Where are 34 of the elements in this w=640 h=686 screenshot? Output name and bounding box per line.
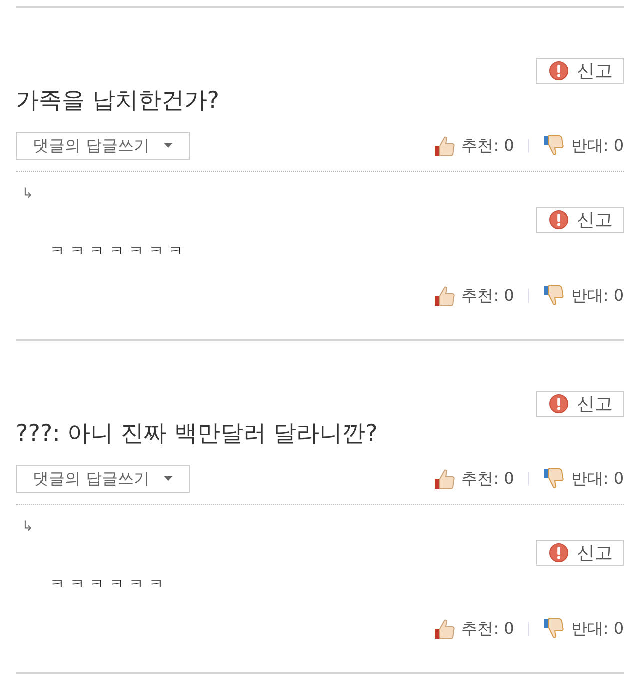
report-button[interactable]: 신고 xyxy=(536,207,624,233)
reply-text: ㅋ ㅋ ㅋ ㅋ ㅋ ㅋ xyxy=(50,574,165,594)
recommend-count: 추천: 0 xyxy=(462,136,514,156)
warning-icon xyxy=(549,394,569,414)
reply-arrow: ↳ xyxy=(22,519,34,535)
oppose-count: 반대: 0 xyxy=(571,618,624,640)
report-button[interactable]: 신고 xyxy=(536,58,624,84)
thumbs-down-icon[interactable] xyxy=(543,468,566,490)
recommend-count: 추천: 0 xyxy=(462,286,514,306)
thumbs-up-icon[interactable] xyxy=(434,468,456,490)
reply-dropdown-button[interactable]: 댓글의 답글쓰기 xyxy=(16,132,190,160)
comment-text: ???: 아니 진짜 백만달러 달라니깐? xyxy=(16,420,379,449)
oppose-count: 반대: 0 xyxy=(571,136,624,156)
warning-icon xyxy=(549,210,569,230)
warning-icon xyxy=(549,543,569,563)
reply-text: ㅋ ㅋ ㅋ ㅋ ㅋ ㅋ ㅋ xyxy=(50,241,185,261)
comment-text: 가족을 납치한건가? xyxy=(16,87,221,116)
thumbs-down-icon[interactable] xyxy=(543,618,566,640)
reply-dropdown-button[interactable]: 댓글의 답글쓰기 xyxy=(16,465,190,493)
oppose-count: 반대: 0 xyxy=(571,286,624,306)
thumbs-down-icon[interactable] xyxy=(543,135,566,157)
reply-arrow: ↳ xyxy=(22,186,34,202)
recommend-count: 추천: 0 xyxy=(462,468,514,490)
thumbs-up-icon[interactable] xyxy=(434,135,456,157)
recommend-count: 추천: 0 xyxy=(462,618,514,640)
report-button[interactable]: 신고 xyxy=(536,540,624,566)
report-button[interactable]: 신고 xyxy=(536,391,624,417)
warning-icon xyxy=(549,61,569,81)
thumbs-up-icon[interactable] xyxy=(434,285,456,307)
caret-icon xyxy=(164,476,174,482)
oppose-count: 반대: 0 xyxy=(571,468,624,490)
thumbs-up-icon[interactable] xyxy=(434,618,456,640)
thumbs-down-icon[interactable] xyxy=(543,285,566,307)
caret-icon xyxy=(164,143,174,149)
